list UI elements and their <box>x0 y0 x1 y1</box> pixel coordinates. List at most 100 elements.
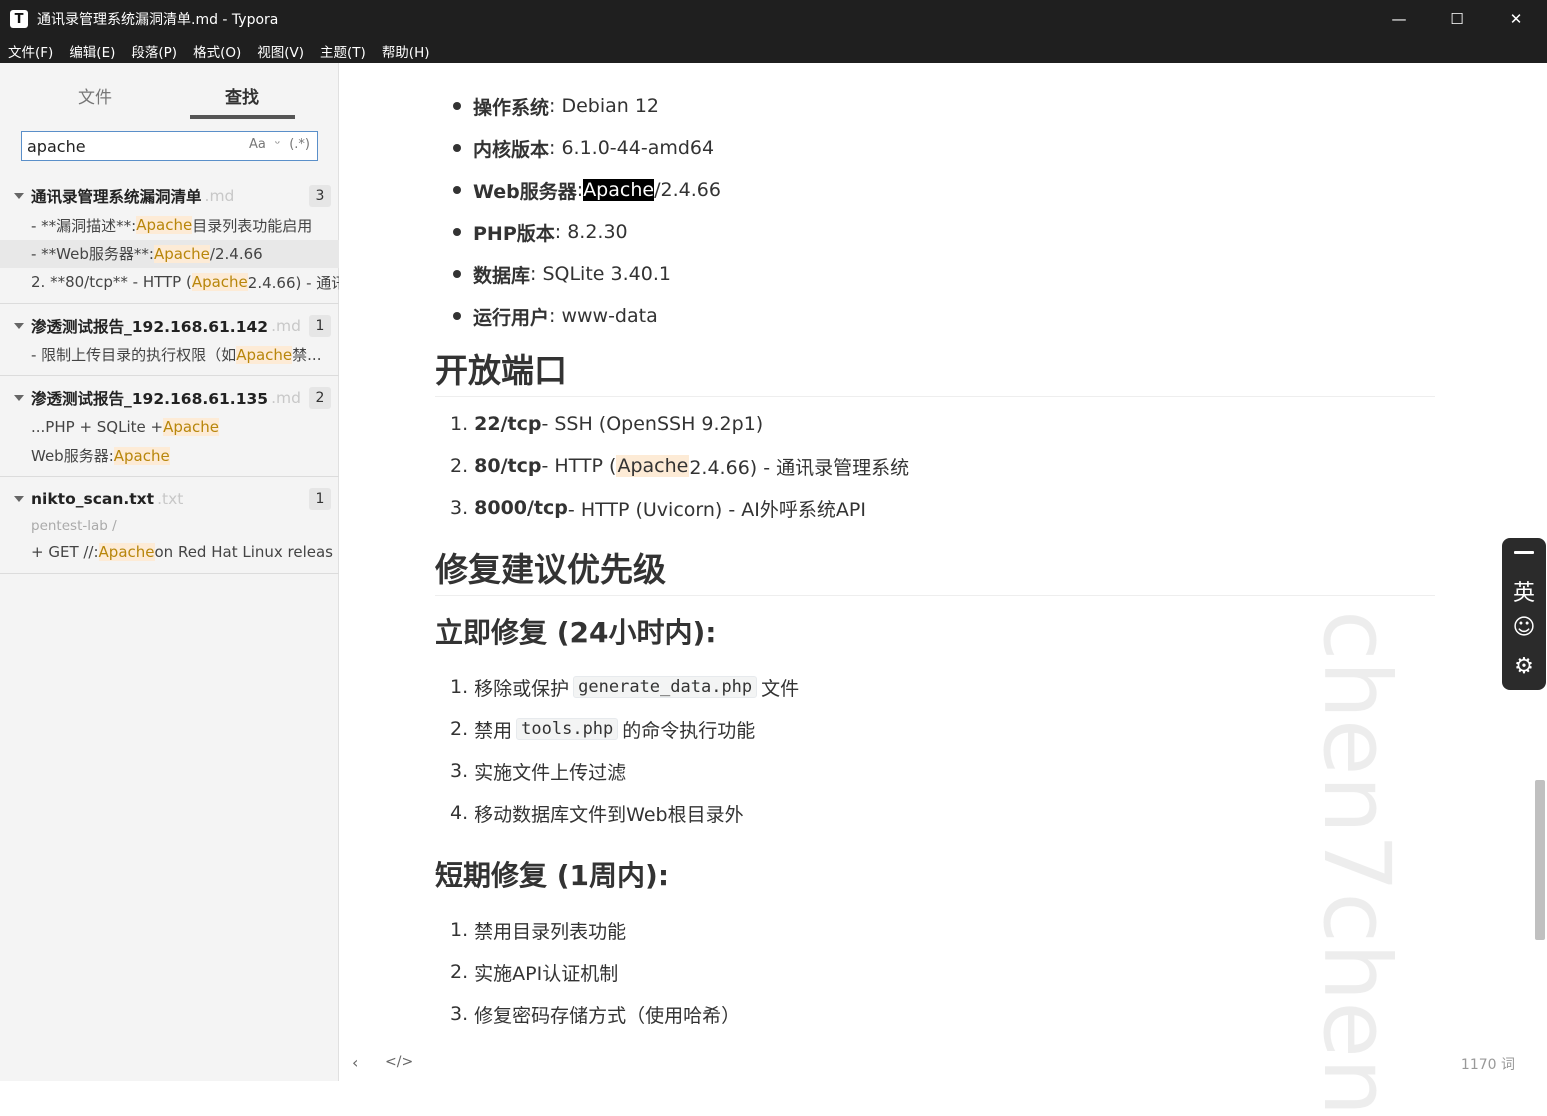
ime-collapse-handle[interactable] <box>1514 551 1534 554</box>
menu-file[interactable]: 文件(F) <box>8 41 53 61</box>
list-item: 4. 移动数据库文件到Web根目录外 <box>450 792 799 834</box>
list-number: 2. <box>450 961 469 983</box>
result-item-match: Apache <box>163 418 220 437</box>
typora-app-icon: T <box>10 10 28 28</box>
port-desc: - SSH (OpenSSH 9.2p1) <box>541 413 764 435</box>
menu-theme[interactable]: 主题(T) <box>320 41 366 61</box>
result-item[interactable]: - **漏洞描述**: Apache 目录列表功能启用 <box>0 211 339 240</box>
active-tab-indicator <box>190 115 295 119</box>
match-count-badge: 1 <box>309 488 331 510</box>
search-match: Apache <box>616 455 690 477</box>
editor-scrollbar[interactable] <box>1535 780 1545 940</box>
list-number: 1. <box>450 676 469 698</box>
regex-toggle[interactable]: (.*) <box>289 137 310 152</box>
list-text: 实施API认证机制 <box>474 962 619 985</box>
menu-edit[interactable]: 编辑(E) <box>69 41 115 61</box>
env-value: : SQLite 3.40.1 <box>530 263 671 285</box>
env-label: Web服务器 <box>473 180 577 203</box>
result-file-header[interactable]: 渗透测试报告_192.168.61.142 .md 1 <box>0 311 339 341</box>
result-item-suffix: on Red Hat Linux releas <box>154 543 334 562</box>
maximize-button[interactable]: ☐ <box>1428 0 1486 38</box>
result-item[interactable]: ...PHP + SQLite + Apache <box>0 413 339 442</box>
env-value: : www-data <box>549 305 658 327</box>
match-count-badge: 1 <box>309 314 331 337</box>
list-item: Web服务器: Apache/2.4.66 <box>435 169 721 211</box>
list-number: 4. <box>450 802 469 824</box>
menu-view[interactable]: 视图(V) <box>257 41 304 61</box>
result-item-match: Apache <box>191 273 248 292</box>
result-item[interactable]: + GET //: Apache on Red Hat Linux releas <box>0 538 339 567</box>
settings-gear-icon[interactable]: ⚙ <box>1502 654 1546 679</box>
match-case-toggle[interactable]: Aa <box>249 137 266 152</box>
list-item: 操作系统: Debian 12 <box>435 85 721 127</box>
result-group: 通讯录管理系统漏洞清单 .md 3 - **漏洞描述**: Apache 目录列表功… <box>0 181 339 304</box>
collapse-caret-icon[interactable] <box>14 395 24 401</box>
result-file-header[interactable]: 渗透测试报告_192.168.61.135 .md 2 <box>0 383 339 413</box>
ime-language-toggle[interactable]: 英 <box>1502 575 1546 607</box>
list-item: 内核版本: 6.1.0-44-amd64 <box>435 127 721 169</box>
list-number: 3. <box>450 497 469 519</box>
result-group: nikto_scan.txt .txt 1 pentest-lab / + GET… <box>0 484 339 574</box>
menu-paragraph[interactable]: 段落(P) <box>131 41 177 61</box>
list-number: 1. <box>450 919 469 941</box>
list-item: 1. 移除或保护 generate_data.php 文件 <box>450 666 799 708</box>
result-item[interactable]: Web服务器: Apache <box>0 442 339 471</box>
close-button[interactable]: ✕ <box>1487 0 1545 38</box>
inline-code: tools.php <box>516 718 619 740</box>
port-desc: - HTTP (Uvicorn) - AI外呼系统API <box>567 498 866 521</box>
menu-format[interactable]: 格式(O) <box>193 41 241 61</box>
list-number: 2. <box>450 455 469 477</box>
list-number: 3. <box>450 760 469 782</box>
list-item: PHP版本: 8.2.30 <box>435 211 721 253</box>
whole-word-toggle[interactable]: ᵕ <box>275 137 280 152</box>
search-input[interactable] <box>27 136 227 156</box>
sidebar-tabs: 文件 查找 <box>0 63 339 123</box>
match-count-badge: 3 <box>309 185 331 207</box>
tab-search[interactable]: 查找 <box>225 83 259 108</box>
result-item[interactable]: - 限制上传目录的执行权限（如 Apache 禁... <box>0 341 339 370</box>
list-text: 禁用目录列表功能 <box>474 920 627 943</box>
watermark: chen7chen <box>1303 610 1410 1116</box>
result-item[interactable]: - **Web服务器**: Apache/2.4.66 <box>0 239 339 268</box>
env-value: : Debian 12 <box>549 95 660 117</box>
heading-open-ports: 开放端口 <box>435 344 1435 397</box>
list-text: 移动数据库文件到Web根目录外 <box>474 803 744 826</box>
tab-files[interactable]: 文件 <box>78 83 112 108</box>
result-file-header[interactable]: nikto_scan.txt .txt 1 <box>0 484 339 514</box>
list-item: 2. 80/tcp - HTTP (Apache 2.4.66) - 通讯录管理系… <box>450 445 909 487</box>
result-item-suffix: /2.4.66 <box>209 244 263 263</box>
heading-immediate-fix: 立即修复 (24小时内): <box>435 616 717 649</box>
collapse-caret-icon[interactable] <box>14 193 24 199</box>
result-item[interactable]: 2. **80/tcp** - HTTP (Apache 2.4.66) - 通… <box>0 268 339 297</box>
collapse-caret-icon[interactable] <box>14 496 24 502</box>
list-number: 3. <box>450 1003 469 1025</box>
list-item: 3. 实施文件上传过滤 <box>450 750 799 792</box>
result-file-header[interactable]: 通讯录管理系统漏洞清单 .md 3 <box>0 181 339 211</box>
result-item-prefix: - **漏洞描述**: <box>31 216 137 235</box>
menu-help[interactable]: 帮助(H) <box>382 41 430 61</box>
env-label: 运行用户 <box>473 306 550 329</box>
source-code-mode-icon[interactable]: </> <box>385 1054 413 1070</box>
collapse-caret-icon[interactable] <box>14 322 24 329</box>
list-text: 的命令执行功能 <box>622 719 756 742</box>
env-label: 数据库 <box>473 264 531 287</box>
selected-text: Apache <box>583 179 655 201</box>
short-term-list: 1. 禁用目录列表功能 2. 实施API认证机制 3. 修复密码存储方式（使用哈希） <box>450 909 740 1035</box>
result-file-name: 渗透测试报告_192.168.61.142 <box>31 317 269 336</box>
env-label: PHP版本 <box>473 222 555 245</box>
list-number: 2. <box>450 718 469 740</box>
result-item-prefix: - **Web服务器**: <box>31 245 154 264</box>
result-item-match: Apache <box>153 244 210 263</box>
sidebar: 文件 查找 Aa ᵕ (.*) 通讯录管理系统漏洞清单.md 3 - **漏洞描… <box>0 63 339 1081</box>
list-text: 文件 <box>761 677 800 700</box>
minimize-button[interactable]: — <box>1370 0 1428 38</box>
word-count[interactable]: 1170 词 <box>1461 1054 1515 1074</box>
emoji-icon[interactable]: ☺ <box>1502 615 1546 640</box>
title-bar: T 通讯录管理系统漏洞清单.md - Typora — ☐ ✕ <box>0 0 1547 38</box>
env-value: : 8.2.30 <box>554 221 628 243</box>
search-options: Aa ᵕ (.*) <box>249 137 310 152</box>
list-text: 禁用 <box>474 719 513 742</box>
result-item-prefix: - 限制上传目录的执行权限（如 <box>31 346 237 365</box>
toggle-sidebar-icon[interactable]: ‹ <box>352 1053 358 1072</box>
heading-fix-priority: 修复建议优先级 <box>435 543 1435 596</box>
